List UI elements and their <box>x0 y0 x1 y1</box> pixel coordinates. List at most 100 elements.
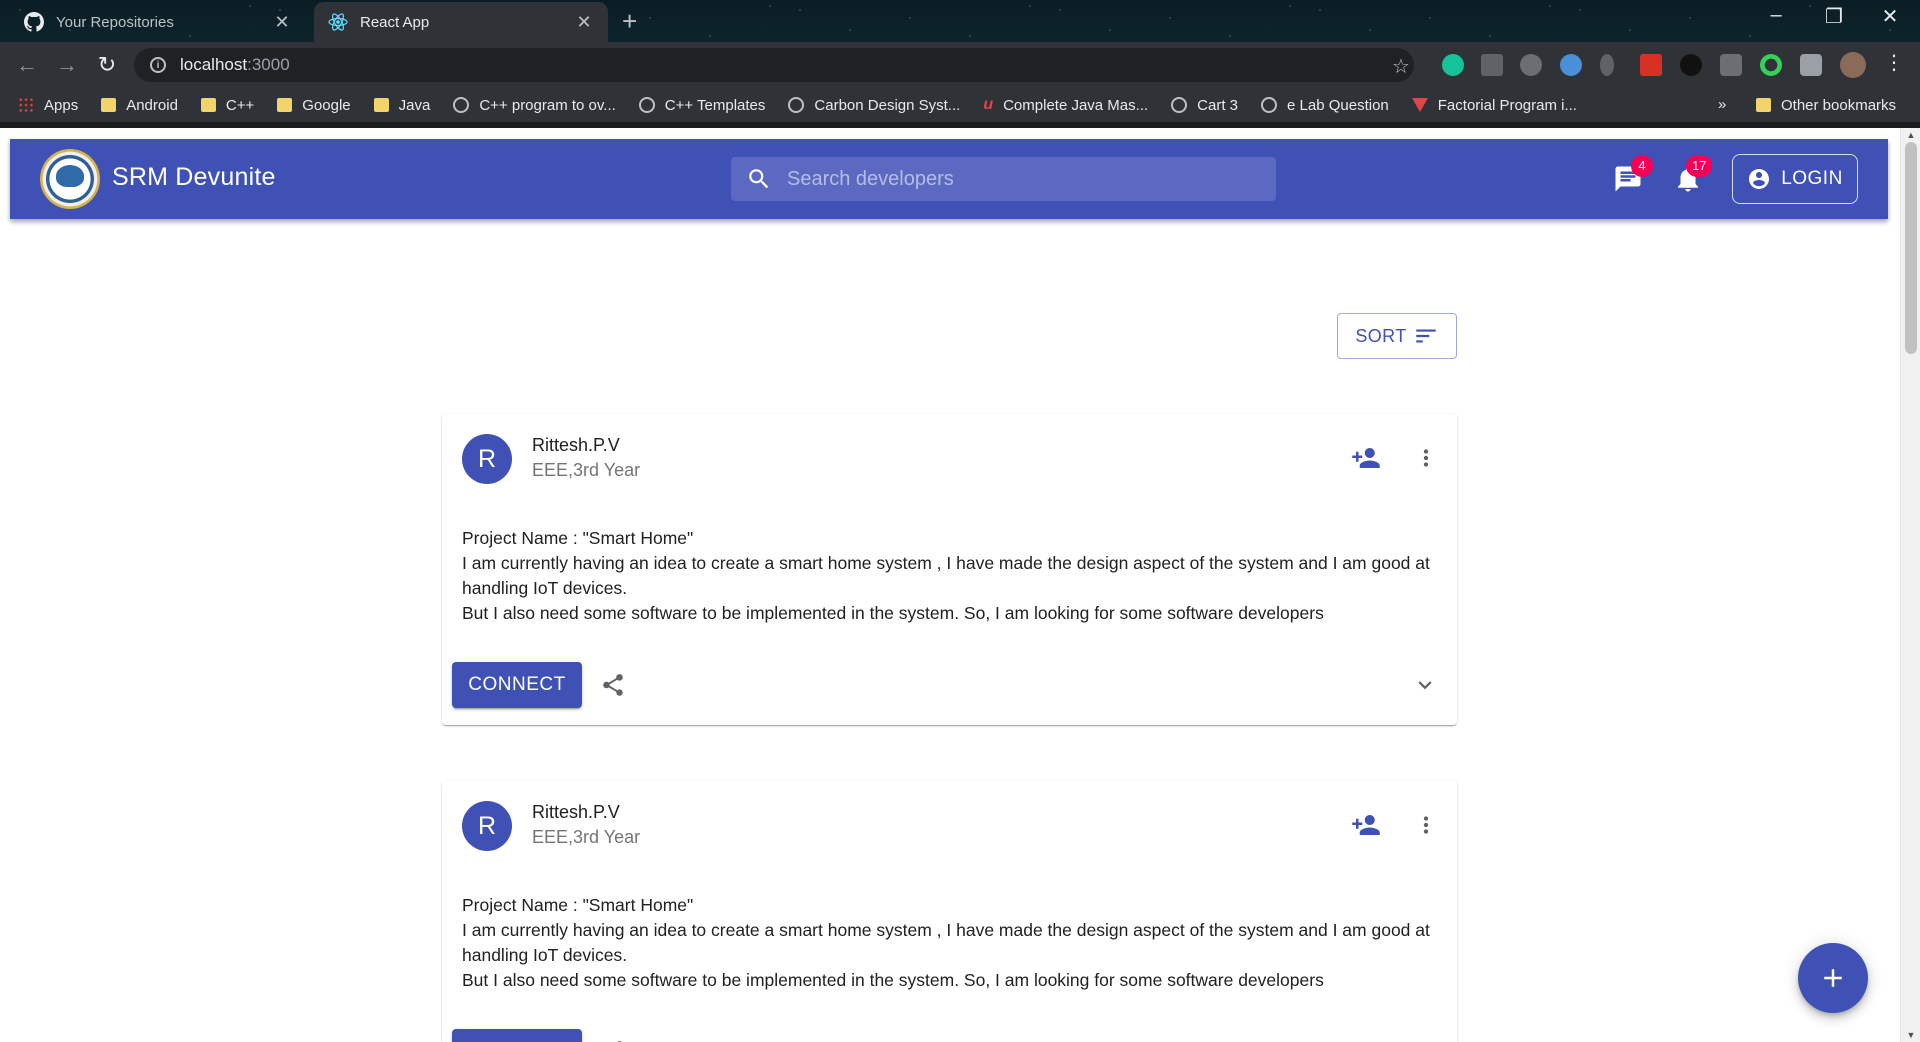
developer-name: Rittesh.P.V <box>532 802 620 822</box>
bookmark-carbon-design[interactable]: Carbon Design Syst... <box>788 97 960 114</box>
bookmark-cpp[interactable]: C++ <box>200 97 254 114</box>
scrollbar-thumb[interactable] <box>1905 142 1917 354</box>
messages-button[interactable]: 4 <box>1604 155 1653 203</box>
notifications-badge: 17 <box>1686 155 1713 177</box>
search-box[interactable] <box>731 157 1276 201</box>
bookmark-cart3[interactable]: Cart 3 <box>1171 97 1238 114</box>
bookmark-google[interactable]: Google <box>277 96 351 114</box>
extension-icon[interactable] <box>1560 54 1582 76</box>
bookmark-label: Google <box>302 96 351 114</box>
extension-icon[interactable] <box>1600 54 1614 76</box>
more-vert-icon <box>1423 449 1429 467</box>
add-post-fab[interactable] <box>1798 943 1868 1013</box>
profile-avatar[interactable] <box>1840 52 1866 78</box>
messages-badge: 4 <box>1631 155 1653 177</box>
expand-button[interactable] <box>1402 662 1448 708</box>
brand-title[interactable]: SRM Devunite <box>112 163 276 192</box>
avatar[interactable]: R <box>462 434 512 484</box>
search-input[interactable] <box>787 157 1276 201</box>
extension-icon[interactable] <box>1680 54 1702 76</box>
globe-icon <box>1261 97 1278 113</box>
bookmark-label: Android <box>126 96 178 114</box>
project-description: Project Name : "Smart Home" I am current… <box>462 526 1442 626</box>
project-idea: I am currently having an idea to create … <box>462 553 1430 598</box>
project-idea: I am currently having an idea to create … <box>462 920 1430 965</box>
srm-logo[interactable] <box>40 149 100 209</box>
share-button[interactable] <box>590 1029 636 1042</box>
folder-icon <box>101 98 117 112</box>
bookmark-apps[interactable]: Apps <box>18 97 78 114</box>
camera-extension-icon[interactable] <box>1720 54 1742 76</box>
url-port: :3000 <box>247 55 290 74</box>
bookmark-other-bookmarks[interactable]: Other bookmarks <box>1756 88 1896 122</box>
scroll-down-arrow-icon[interactable]: ▼ <box>1901 1030 1920 1040</box>
globe-icon <box>1171 97 1188 113</box>
new-tab-plus-icon[interactable]: + <box>622 6 637 36</box>
connect-button[interactable]: CONNECT <box>452 662 582 708</box>
tab-title: React App <box>360 13 430 31</box>
minimize-icon[interactable]: – <box>1756 4 1796 27</box>
more-options-button[interactable] <box>1402 801 1450 849</box>
share-button[interactable] <box>590 662 636 708</box>
close-icon[interactable]: ✕ <box>574 12 594 33</box>
bookmark-cpp-program[interactable]: C++ program to ov... <box>453 97 616 114</box>
bookmark-label: Factorial Program i... <box>1437 96 1577 114</box>
bookmark-star-icon[interactable]: ☆ <box>1392 54 1410 79</box>
add-friend-button[interactable] <box>1342 801 1390 849</box>
grammarly-extension-icon[interactable] <box>1442 54 1464 76</box>
extension-icon[interactable] <box>1520 54 1542 76</box>
folder-icon <box>277 98 293 112</box>
project-need: But I also need some software to be impl… <box>462 970 1324 990</box>
bookmark-label: Other bookmarks <box>1781 96 1897 114</box>
extension-icon[interactable] <box>1481 54 1503 76</box>
bookmark-label: Complete Java Mas... <box>1003 96 1149 114</box>
close-icon[interactable]: ✕ <box>272 12 292 33</box>
share-icon <box>603 674 623 696</box>
sort-button[interactable]: SORT <box>1337 313 1457 359</box>
page-viewport: SRM Devunite 4 17 LOGIN SORT R Rittesh.P… <box>0 128 1900 1042</box>
globe-icon <box>788 97 805 113</box>
developer-subtitle: EEE,3rd Year <box>532 460 641 480</box>
app-bar: SRM Devunite 4 17 LOGIN <box>10 139 1888 219</box>
connect-button[interactable]: CONNECT <box>452 1029 582 1042</box>
bookmark-label: C++ Templates <box>664 96 766 114</box>
browser-menu-icon[interactable]: ⋮ <box>1884 50 1904 75</box>
bookmark-factorial[interactable]: Factorial Program i... <box>1411 96 1577 114</box>
developer-card: R Rittesh.P.V EEE,3rd Year Project Name … <box>442 414 1457 725</box>
info-icon[interactable]: i <box>150 57 166 73</box>
login-button[interactable]: LOGIN <box>1732 154 1858 204</box>
bookmark-label: Apps <box>44 96 79 114</box>
globe-icon <box>638 97 655 113</box>
sort-label: SORT <box>1355 325 1407 346</box>
bookmark-android[interactable]: Android <box>101 97 178 114</box>
sort-icon <box>1415 329 1436 343</box>
window-close-icon[interactable]: ✕ <box>1870 4 1910 29</box>
extensions-puzzle-icon[interactable] <box>1800 54 1822 76</box>
page-scrollbar[interactable]: ▲ ▼ <box>1900 128 1920 1042</box>
udemy-icon: u <box>983 96 994 113</box>
extension-icon[interactable] <box>1640 54 1662 76</box>
project-name: Project Name : "Smart Home" <box>462 528 694 548</box>
add-friend-button[interactable] <box>1342 434 1390 482</box>
notifications-button[interactable]: 17 <box>1664 155 1713 203</box>
chevron-down-icon <box>1418 681 1432 690</box>
extension-icon[interactable] <box>1760 54 1782 76</box>
back-arrow-icon[interactable]: ← <box>12 50 42 80</box>
tab-react-app[interactable]: React App ✕ <box>314 2 608 42</box>
bookmarks-overflow-icon[interactable]: » <box>1718 88 1726 122</box>
address-bar[interactable]: i localhost:3000 <box>134 48 1414 82</box>
react-icon <box>328 12 348 32</box>
reload-icon[interactable]: ↻ <box>92 50 122 80</box>
scroll-up-arrow-icon[interactable]: ▲ <box>1901 130 1920 140</box>
avatar[interactable]: R <box>462 801 512 851</box>
tab-your-repositories[interactable]: Your Repositories ✕ <box>10 2 306 42</box>
restore-icon[interactable]: ❐ <box>1814 4 1854 29</box>
bookmark-elab-question[interactable]: e Lab Question <box>1261 97 1389 114</box>
more-options-button[interactable] <box>1402 434 1450 482</box>
bookmark-cpp-templates[interactable]: C++ Templates <box>638 96 766 114</box>
tab-strip: Your Repositories ✕ React App ✕ + – ❐ ✕ <box>0 0 1920 42</box>
bookmark-complete-java[interactable]: u Complete Java Mas... <box>983 96 1148 114</box>
bookmark-java[interactable]: Java <box>373 97 430 114</box>
browser-chrome: Your Repositories ✕ React App ✕ + – ❐ ✕ … <box>0 0 1920 128</box>
forward-arrow-icon[interactable]: → <box>52 50 82 80</box>
